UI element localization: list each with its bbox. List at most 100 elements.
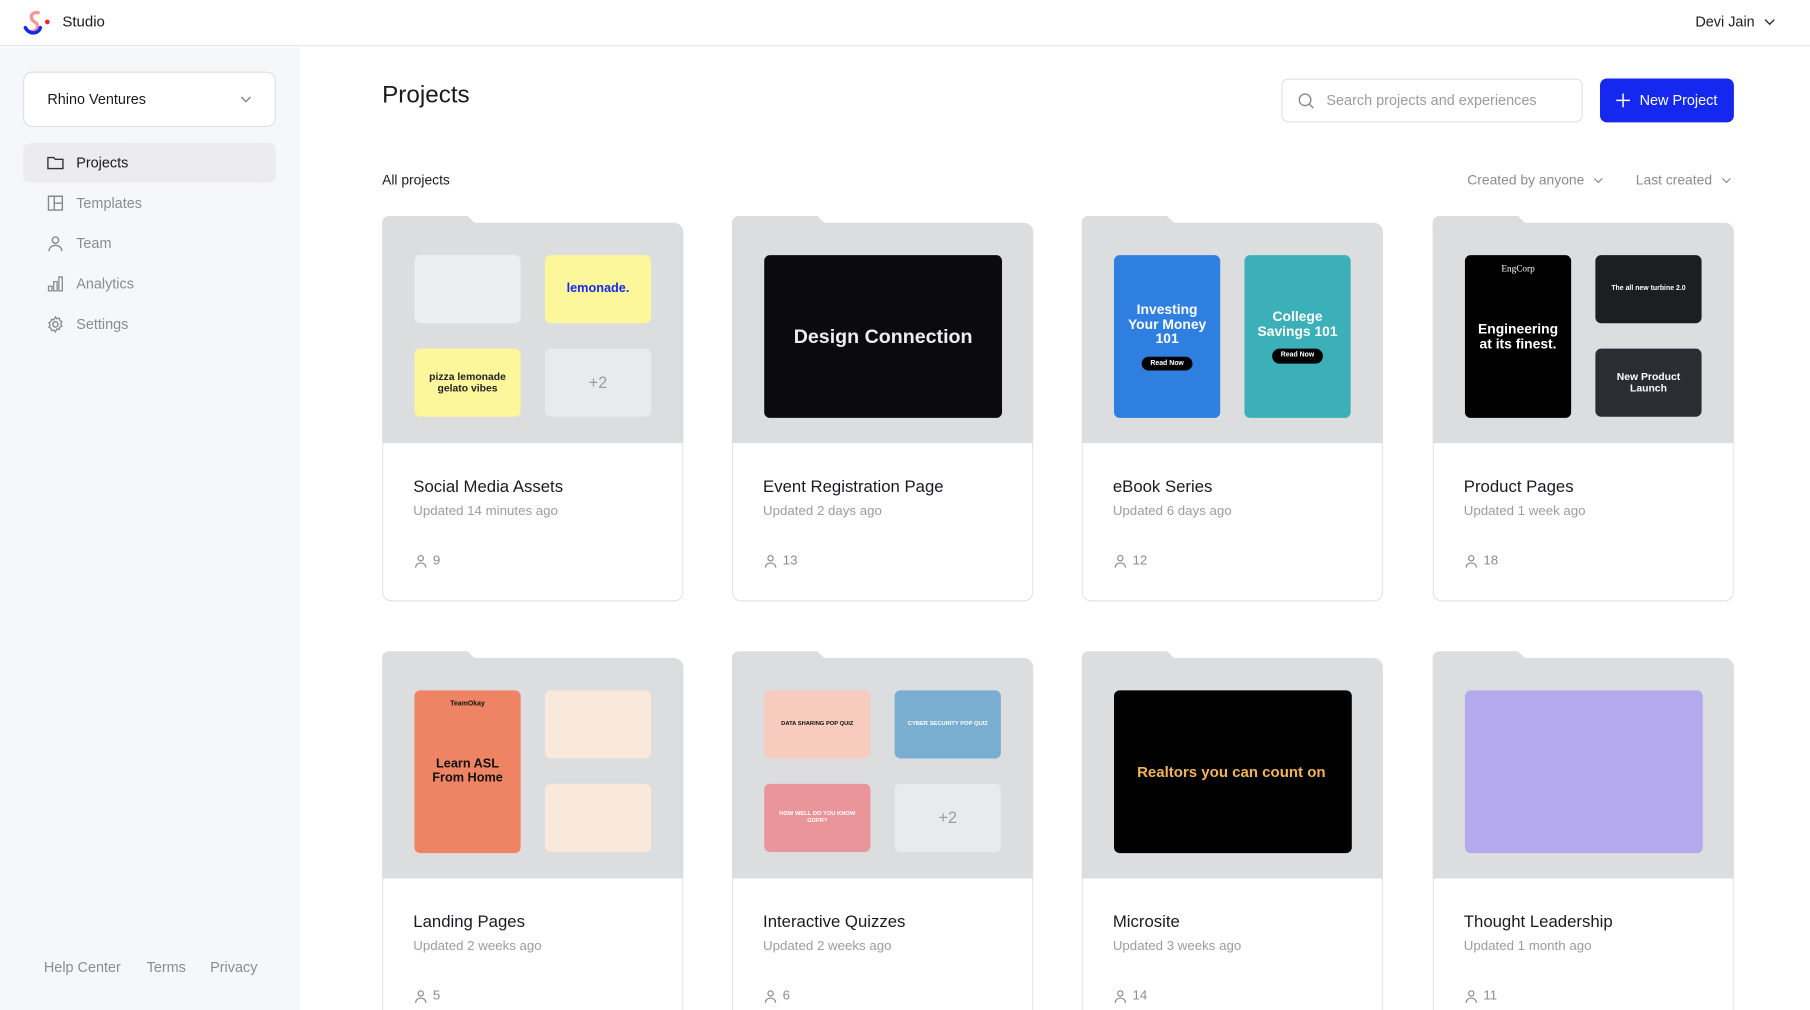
thumbnail-text: Investing Your Money 101 <box>1127 301 1207 347</box>
project-card[interactable]: DATA SHARING POP QUIZ CYBER SECURITY POP … <box>731 651 1034 1010</box>
project-card[interactable]: TeamOkay Learn ASL From Home Landing Page… <box>382 651 684 1010</box>
preview-thumbnail <box>1464 690 1703 854</box>
project-title[interactable]: Interactive Quizzes <box>763 913 905 931</box>
member-count-value: 9 <box>432 554 441 568</box>
plus-icon <box>1616 93 1631 108</box>
project-card[interactable]: lemonade. pizza lemonade gelato vibes +2 S… <box>382 215 684 608</box>
thumbnail-text: DATA SHARING POP QUIZ <box>781 720 854 728</box>
updated-time: Updated 2 weeks ago <box>413 939 542 954</box>
card-body <box>731 443 1034 602</box>
thumbnail-text: Engineering at its finest. <box>1478 320 1559 352</box>
member-count: 14 <box>1113 988 1147 1004</box>
member-count-value: 13 <box>782 554 798 568</box>
project-title[interactable]: Microsite <box>1113 913 1180 931</box>
project-title[interactable]: Event Registration Page <box>763 478 944 496</box>
user-icon <box>1465 990 1478 1003</box>
preview-thumbnail: DATA SHARING POP QUIZ <box>764 690 871 759</box>
preview-thumbnail: Design Connection <box>764 255 1003 418</box>
member-count: 13 <box>763 553 797 569</box>
thumbnail-text: College Savings 101 <box>1257 308 1338 340</box>
preview-thumbnail: TeamOkay Learn ASL From Home <box>414 690 521 854</box>
member-count-value: 11 <box>1483 989 1498 1004</box>
project-title[interactable]: Thought Leadership <box>1464 913 1613 931</box>
teamokay-brand: TeamOkay <box>450 700 485 708</box>
user-menu[interactable]: Devi Jain <box>1695 14 1775 30</box>
privacy-link[interactable]: Privacy <box>210 959 257 975</box>
terms-link[interactable]: Terms <box>147 959 186 975</box>
workspace-selector[interactable]: Rhino Ventures <box>23 71 276 127</box>
sidebar: Rhino Ventures Projects Templates Team A… <box>0 47 301 1010</box>
thumbnail-text: lemonade. <box>566 281 630 296</box>
bar-chart-icon <box>47 276 63 292</box>
chevron-down-icon <box>1594 177 1604 183</box>
preview-thumbnail: New Product Launch <box>1595 348 1702 417</box>
read-now-button: Read Now <box>1142 356 1192 371</box>
new-project-button[interactable]: New Project <box>1599 78 1734 123</box>
sidebar-item-settings[interactable]: Settings <box>23 305 276 344</box>
project-card[interactable]: Design Connection Event Registration Pag… <box>731 215 1034 608</box>
preview-thumbnail: lemonade. <box>544 255 652 324</box>
project-card[interactable]: Investing Your Money 101 Read Now College … <box>1081 215 1383 608</box>
top-bar: Studio Devi Jain <box>0 0 1810 47</box>
preview-thumbnail: Investing Your Money 101 Read Now <box>1113 255 1221 418</box>
chevron-down-icon <box>240 96 251 103</box>
search-icon <box>1298 92 1314 109</box>
section-title: All projects <box>382 172 450 189</box>
project-title[interactable]: Social Media Assets <box>413 478 563 496</box>
preview-thumbnail: College Savings 101 Read Now <box>1244 255 1351 418</box>
member-count-value: 14 <box>1132 989 1148 1004</box>
thumbnail-text: +2 <box>588 373 608 392</box>
member-count: 5 <box>413 988 440 1004</box>
updated-time: Updated 1 week ago <box>1463 504 1586 519</box>
help-center-link[interactable]: Help Center <box>44 959 121 975</box>
thumbnail-text: Realtors you can count on <box>1137 762 1326 780</box>
member-count-value: 12 <box>1132 554 1148 568</box>
updated-time: Updated 14 minutes ago <box>413 504 558 519</box>
user-icon <box>1114 990 1127 1003</box>
preview-thumbnail <box>544 690 652 759</box>
project-card[interactable]: EngCorp Engineering at its finest. The all… <box>1432 215 1734 608</box>
preview-thumbnail <box>544 783 652 852</box>
sidebar-item-label: Team <box>76 235 112 252</box>
project-card[interactable]: Thought Leadership Updated 1 month ago 1… <box>1432 651 1734 1010</box>
member-count: 6 <box>763 988 790 1004</box>
page-title: Projects <box>382 81 470 109</box>
sidebar-item-projects[interactable]: Projects <box>23 143 276 183</box>
workspace-name: Rhino Ventures <box>47 91 147 108</box>
project-title[interactable]: eBook Series <box>1113 478 1213 496</box>
preview-thumbnail: The all new turbine 2.0 <box>1595 255 1702 324</box>
creator-filter-label: Created by anyone <box>1467 172 1585 189</box>
user-icon <box>764 990 777 1003</box>
sidebar-item-team[interactable]: Team <box>23 224 276 263</box>
sidebar-item-analytics[interactable]: Analytics <box>23 264 276 303</box>
updated-time: Updated 3 weeks ago <box>1112 939 1242 954</box>
preview-thumbnail: HOW WELL DO YOU KNOW GDPR? <box>764 783 871 852</box>
creator-filter[interactable]: Created by anyone <box>1467 172 1604 188</box>
chevron-down-icon <box>1722 177 1731 183</box>
user-icon <box>415 555 427 568</box>
project-title[interactable]: Product Pages <box>1464 478 1574 496</box>
member-count: 9 <box>413 553 440 569</box>
folder-icon <box>47 156 64 170</box>
thumbnail-text: Design Connection <box>793 325 973 347</box>
read-now-button: Read Now <box>1272 349 1323 364</box>
sort-filter[interactable]: Last created <box>1636 172 1732 188</box>
new-project-label: New Project <box>1639 92 1718 109</box>
chevron-down-icon <box>1764 19 1775 26</box>
sort-filter-label: Last created <box>1635 172 1713 189</box>
layout-icon <box>47 195 64 211</box>
more-count: +2 <box>544 348 652 417</box>
project-card[interactable]: Realtors you can count on Microsite Upda… <box>1081 651 1383 1010</box>
preview-thumbnail: EngCorp Engineering at its finest. <box>1464 255 1572 418</box>
thumbnail-text: HOW WELL DO YOU KNOW GDPR? <box>779 810 856 824</box>
search-box[interactable] <box>1281 78 1583 123</box>
user-name: Devi Jain <box>1695 13 1755 31</box>
preview-thumbnail <box>414 255 521 324</box>
thumbnail-text: +2 <box>938 808 957 827</box>
project-title[interactable]: Landing Pages <box>413 913 525 931</box>
engcorp-brand: EngCorp <box>1501 263 1535 274</box>
search-input[interactable] <box>1326 92 1558 109</box>
sidebar-item-templates[interactable]: Templates <box>23 184 276 223</box>
member-count: 18 <box>1464 553 1498 569</box>
member-count-value: 5 <box>432 989 441 1004</box>
